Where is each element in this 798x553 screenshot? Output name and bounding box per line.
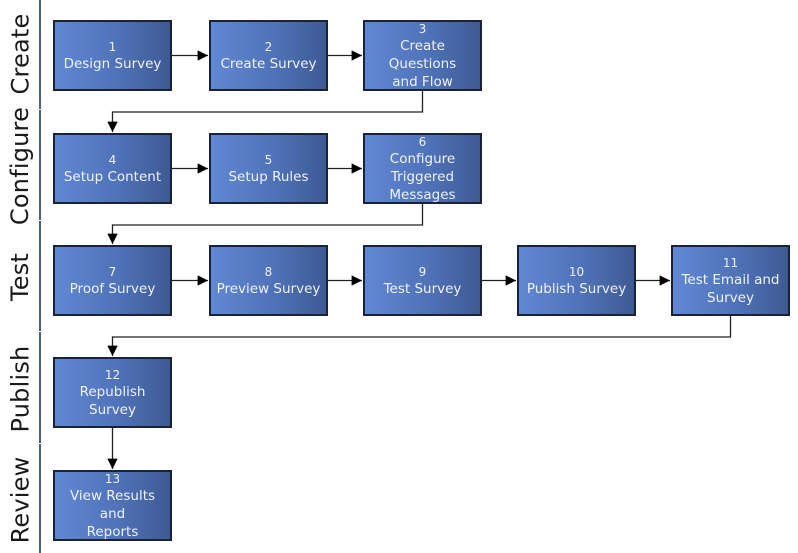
- step-number: 6: [418, 134, 427, 149]
- step-number: 13: [104, 471, 121, 486]
- step-number: 10: [568, 264, 585, 279]
- step-box-2: 2 Create Survey: [209, 20, 328, 91]
- step-box-5: 5 Setup Rules: [209, 133, 328, 204]
- step-number: 4: [108, 152, 117, 167]
- step-box-8: 8 Preview Survey: [209, 245, 328, 316]
- step-label: Create Questions and Flow: [388, 37, 457, 90]
- step-box-10: 10 Publish Survey: [517, 245, 636, 316]
- step-label: Publish Survey: [526, 280, 627, 297]
- step-label: Design Survey: [63, 55, 162, 72]
- step-number: 11: [722, 255, 739, 270]
- step-box-12: 12 Republish Survey: [53, 357, 172, 428]
- step-box-7: 7 Proof Survey: [53, 245, 172, 316]
- step-label: Setup Content: [63, 168, 162, 185]
- step-box-13: 13 View Results and Reports: [53, 470, 172, 541]
- step-box-11: 11 Test Email and Survey: [671, 245, 790, 316]
- step-label: Republish Survey: [79, 383, 146, 418]
- step-number: 12: [104, 367, 121, 382]
- step-box-3: 3 Create Questions and Flow: [363, 20, 482, 91]
- step-number: 3: [418, 21, 427, 36]
- step-label: View Results and Reports: [69, 487, 156, 540]
- step-label: Create Survey: [220, 55, 317, 72]
- step-label: Test Email and Survey: [681, 271, 780, 306]
- swimlane-diagram: Create Configure Test Publish Review 1 De…: [0, 0, 798, 553]
- step-label: Preview Survey: [216, 280, 321, 297]
- step-number: 9: [418, 264, 427, 279]
- step-number: 1: [108, 39, 117, 54]
- step-label: Setup Rules: [228, 168, 309, 185]
- step-box-4: 4 Setup Content: [53, 133, 172, 204]
- connector-6-to-7: [107, 204, 424, 244]
- step-number: 8: [264, 264, 273, 279]
- connector-3-to-4: [107, 91, 424, 132]
- step-label: Proof Survey: [69, 280, 156, 297]
- step-number: 5: [264, 152, 273, 167]
- step-number: 7: [108, 264, 117, 279]
- step-box-6: 6 Configure Triggered Messages: [363, 133, 482, 204]
- step-number: 2: [264, 39, 273, 54]
- step-label: Test Survey: [383, 280, 462, 297]
- step-box-1: 1 Design Survey: [53, 20, 172, 91]
- step-label: Configure Triggered Messages: [389, 150, 456, 203]
- step-box-9: 9 Test Survey: [363, 245, 482, 316]
- connector-11-to-12: [107, 316, 732, 356]
